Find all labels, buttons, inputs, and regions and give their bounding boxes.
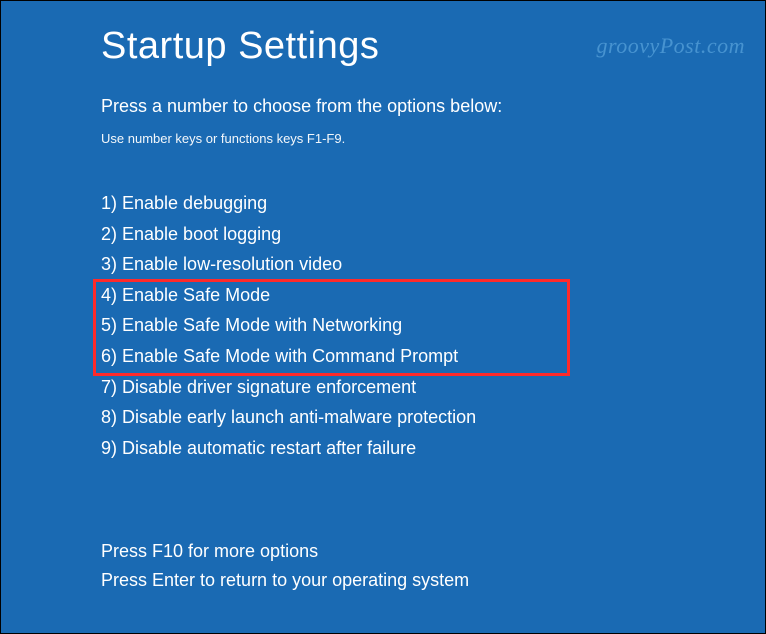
option-1[interactable]: 1) Enable debugging: [101, 188, 765, 219]
hint-text: Use number keys or functions keys F1-F9.: [101, 131, 765, 146]
footer-instructions: Press F10 for more options Press Enter t…: [101, 537, 469, 595]
option-2[interactable]: 2) Enable boot logging: [101, 219, 765, 250]
instruction-text: Press a number to choose from the option…: [101, 96, 765, 117]
option-4[interactable]: 4) Enable Safe Mode: [101, 280, 765, 311]
option-7[interactable]: 7) Disable driver signature enforcement: [101, 372, 765, 403]
watermark-text: groovyPost.com: [596, 33, 745, 59]
option-5[interactable]: 5) Enable Safe Mode with Networking: [101, 310, 765, 341]
footer-return: Press Enter to return to your operating …: [101, 566, 469, 595]
options-list: 1) Enable debugging 2) Enable boot loggi…: [101, 188, 765, 463]
option-9[interactable]: 9) Disable automatic restart after failu…: [101, 433, 765, 464]
option-3[interactable]: 3) Enable low-resolution video: [101, 249, 765, 280]
option-8[interactable]: 8) Disable early launch anti-malware pro…: [101, 402, 765, 433]
option-6[interactable]: 6) Enable Safe Mode with Command Prompt: [101, 341, 765, 372]
footer-more-options: Press F10 for more options: [101, 537, 469, 566]
startup-settings-screen: groovyPost.com Startup Settings Press a …: [0, 0, 766, 634]
